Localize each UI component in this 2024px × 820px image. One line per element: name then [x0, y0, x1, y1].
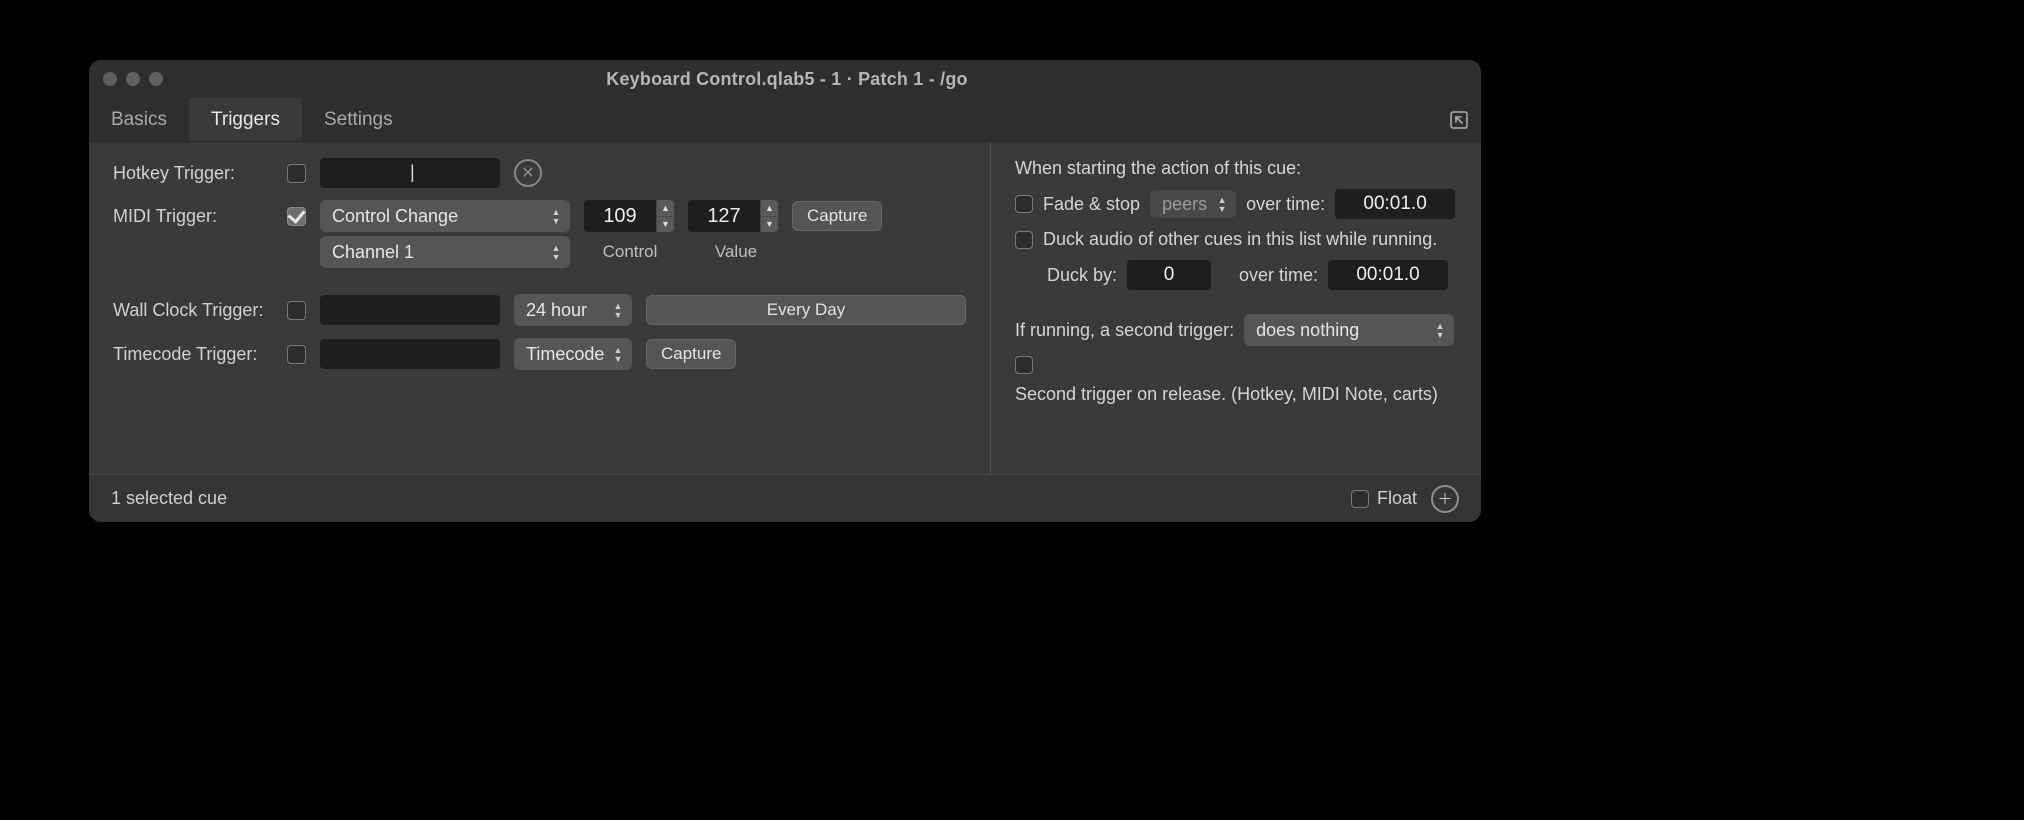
second-trigger-select[interactable]: does nothing ▲▼	[1244, 314, 1454, 346]
timecode-row: Timecode Trigger: Timecode ▲▼ Capture	[113, 338, 966, 370]
over-time-label: over time:	[1239, 265, 1318, 286]
popout-button[interactable]	[1437, 98, 1481, 141]
hotkey-row: Hotkey Trigger: ✕	[113, 158, 966, 188]
status-text: 1 selected cue	[111, 488, 227, 509]
minimize-dot[interactable]	[126, 72, 140, 86]
tab-triggers[interactable]: Triggers	[189, 98, 302, 141]
second-trigger-label: If running, a second trigger:	[1015, 320, 1234, 341]
wallclock-recurrence-button[interactable]: Every Day	[646, 295, 966, 325]
inspector-tabs: Basics Triggers Settings	[89, 98, 1481, 142]
close-x-icon: ✕	[521, 163, 534, 183]
timecode-label: Timecode Trigger:	[113, 344, 273, 365]
fade-stop-row: Fade & stop peers ▲▼ over time: 00:01.0	[1015, 189, 1459, 219]
release-checkbox[interactable]	[1015, 356, 1033, 374]
tab-basics[interactable]: Basics	[89, 98, 189, 141]
titlebar: Keyboard Control.qlab5 - 1 · Patch 1 - /…	[89, 60, 1481, 98]
up-down-icon: ▲▼	[548, 200, 564, 232]
peers-value: peers	[1162, 194, 1207, 215]
peers-select[interactable]: peers ▲▼	[1150, 190, 1236, 218]
midi-value-input[interactable]	[688, 200, 760, 232]
second-trigger-value: does nothing	[1256, 320, 1359, 341]
hotkey-input[interactable]	[320, 158, 500, 188]
hotkey-label: Hotkey Trigger:	[113, 163, 273, 184]
stepper-buttons[interactable]: ▲▼	[656, 200, 674, 232]
duck-values-row: Duck by: 0 over time: 00:01.0	[1015, 260, 1459, 290]
wallclock-checkbox[interactable]	[287, 301, 306, 320]
midi-capture-button[interactable]: Capture	[792, 201, 882, 231]
release-label: Second trigger on release. (Hotkey, MIDI…	[1015, 384, 1438, 405]
timecode-format-select[interactable]: Timecode ▲▼	[514, 338, 632, 370]
wallclock-format-select[interactable]: 24 hour ▲▼	[514, 294, 632, 326]
fade-stop-label: Fade & stop	[1043, 194, 1140, 215]
midi-type-value: Control Change	[332, 206, 458, 227]
control-sublabel: Control	[584, 242, 676, 262]
content: Hotkey Trigger: ✕ MIDI Trigger: Control …	[89, 142, 1481, 474]
plus-icon: ＋	[1437, 488, 1452, 509]
fade-stop-checkbox[interactable]	[1015, 195, 1033, 213]
stepper-buttons[interactable]: ▲▼	[760, 200, 778, 232]
up-down-icon: ▲▼	[610, 338, 626, 370]
float-checkbox[interactable]	[1351, 490, 1369, 508]
zoom-dot[interactable]	[149, 72, 163, 86]
traffic-lights	[103, 72, 163, 86]
right-heading: When starting the action of this cue:	[1015, 158, 1459, 179]
up-down-icon: ▲▼	[548, 236, 564, 268]
fade-time-field[interactable]: 00:01.0	[1335, 189, 1455, 219]
duck-row: Duck audio of other cues in this list wh…	[1015, 229, 1459, 250]
add-inspector-button[interactable]: ＋	[1431, 485, 1459, 513]
wallclock-format-value: 24 hour	[526, 300, 587, 321]
wallclock-label: Wall Clock Trigger:	[113, 300, 273, 321]
second-trigger-row: If running, a second trigger: does nothi…	[1015, 314, 1459, 346]
wallclock-recurrence-value: Every Day	[767, 300, 845, 320]
release-row: Second trigger on release. (Hotkey, MIDI…	[1015, 356, 1459, 405]
wallclock-row: Wall Clock Trigger: 24 hour ▲▼ Every Day	[113, 294, 966, 326]
midi-row2: Channel 1 ▲▼ Control Value	[113, 236, 966, 268]
left-panel: Hotkey Trigger: ✕ MIDI Trigger: Control …	[89, 142, 991, 474]
midi-type-select[interactable]: Control Change ▲▼	[320, 200, 570, 232]
value-sublabel: Value	[690, 242, 782, 262]
timecode-format-value: Timecode	[526, 344, 604, 365]
wallclock-input[interactable]	[320, 295, 500, 325]
window-title: Keyboard Control.qlab5 - 1 · Patch 1 - /…	[163, 69, 1411, 90]
midi-channel-value: Channel 1	[332, 242, 414, 263]
duck-by-label: Duck by:	[1047, 265, 1117, 286]
right-panel: When starting the action of this cue: Fa…	[991, 142, 1481, 474]
footer: 1 selected cue Float ＋	[89, 474, 1481, 522]
midi-label: MIDI Trigger:	[113, 206, 273, 227]
midi-row: MIDI Trigger: Control Change ▲▼ ▲▼ ▲▼ Ca…	[113, 200, 966, 232]
midi-checkbox[interactable]	[287, 207, 306, 226]
tab-settings[interactable]: Settings	[302, 98, 415, 141]
duck-checkbox[interactable]	[1015, 231, 1033, 249]
hotkey-checkbox[interactable]	[287, 164, 306, 183]
duck-time-field[interactable]: 00:01.0	[1328, 260, 1448, 290]
timecode-input[interactable]	[320, 339, 500, 369]
float-label: Float	[1377, 488, 1417, 509]
timecode-capture-button[interactable]: Capture	[646, 339, 736, 369]
inspector-window: Keyboard Control.qlab5 - 1 · Patch 1 - /…	[89, 60, 1481, 522]
hotkey-clear-button[interactable]: ✕	[514, 159, 542, 187]
duck-value-field[interactable]: 0	[1127, 260, 1211, 290]
midi-control-stepper[interactable]: ▲▼	[584, 200, 674, 232]
midi-channel-select[interactable]: Channel 1 ▲▼	[320, 236, 570, 268]
up-down-icon: ▲▼	[1432, 314, 1448, 346]
timecode-checkbox[interactable]	[287, 345, 306, 364]
popout-icon	[1449, 110, 1469, 130]
up-down-icon: ▲▼	[1214, 190, 1230, 218]
midi-control-input[interactable]	[584, 200, 656, 232]
midi-value-stepper[interactable]: ▲▼	[688, 200, 778, 232]
close-dot[interactable]	[103, 72, 117, 86]
up-down-icon: ▲▼	[610, 294, 626, 326]
over-time-label: over time:	[1246, 194, 1325, 215]
duck-label: Duck audio of other cues in this list wh…	[1043, 229, 1437, 250]
